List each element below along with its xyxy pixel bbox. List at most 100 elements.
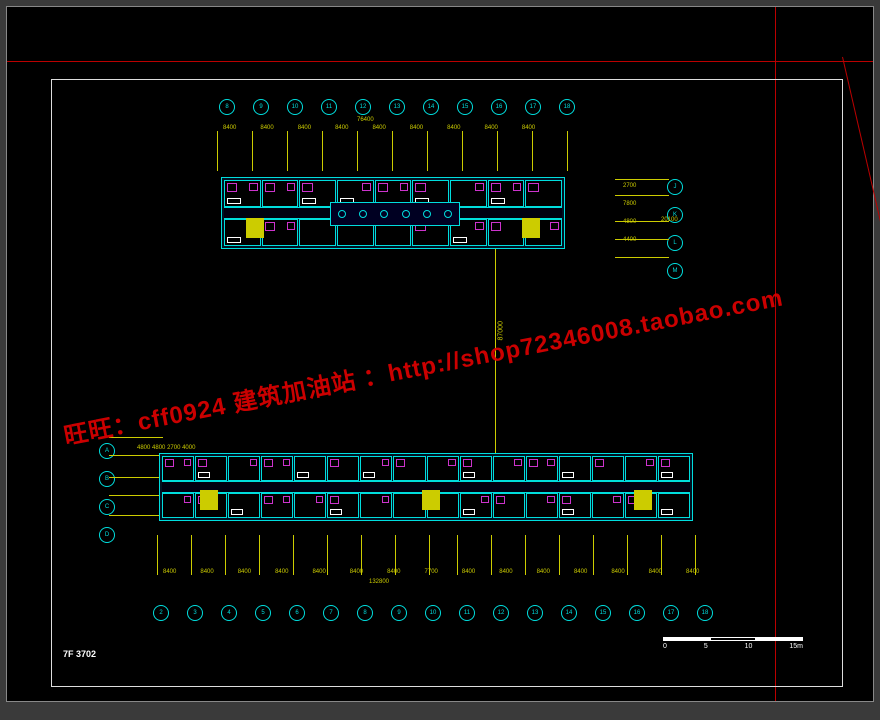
dimensions-lower-side: 4800 4800 2700 4000 bbox=[137, 445, 195, 451]
grid-bubble: 3 bbox=[187, 605, 203, 621]
grid-bubble: 4 bbox=[221, 605, 237, 621]
dim-value: 8400 bbox=[499, 569, 512, 575]
building-core bbox=[330, 202, 460, 226]
grid-bubble: D bbox=[99, 527, 115, 543]
room bbox=[658, 493, 690, 518]
dim-value: 8400 bbox=[447, 125, 460, 131]
sheet-label: 7F 3702 bbox=[63, 649, 96, 659]
room bbox=[327, 456, 359, 481]
dim-value: 8400 bbox=[686, 569, 699, 575]
dimension-lower-total: 132800 bbox=[369, 579, 389, 585]
room bbox=[493, 493, 525, 518]
grid-bubble: 10 bbox=[287, 99, 303, 115]
room bbox=[162, 456, 194, 481]
grid-bubble: 10 bbox=[425, 605, 441, 621]
dim-value: 8400 bbox=[522, 125, 535, 131]
grid-bubble: 11 bbox=[321, 99, 337, 115]
room bbox=[261, 456, 293, 481]
dim-value: 8400 bbox=[649, 569, 662, 575]
dim-value: 8400 bbox=[238, 569, 251, 575]
dim-value: 8400 bbox=[537, 569, 550, 575]
grid-bubble: 14 bbox=[561, 605, 577, 621]
room bbox=[294, 493, 326, 518]
grid-bubble: 17 bbox=[663, 605, 679, 621]
room bbox=[526, 493, 558, 518]
grid-bubble: 17 bbox=[525, 99, 541, 115]
stair-icon bbox=[200, 490, 218, 510]
grid-bubble: 13 bbox=[527, 605, 543, 621]
crosshair-horizontal bbox=[7, 61, 873, 62]
dimension-upper-total: 76400 bbox=[357, 117, 374, 123]
grid-bubble: 11 bbox=[459, 605, 475, 621]
dim-total: 132800 bbox=[369, 579, 389, 585]
dim-value: 8400 bbox=[372, 125, 385, 131]
dim-value: 7800 bbox=[623, 201, 636, 207]
room bbox=[360, 456, 392, 481]
guide-line bbox=[842, 57, 880, 720]
grid-bubble: 14 bbox=[423, 99, 439, 115]
dimensions-upper-bays: 8400 8400 8400 8400 8400 8400 8400 8400 … bbox=[223, 125, 535, 131]
grid-bubble: 9 bbox=[253, 99, 269, 115]
grid-bubble: 16 bbox=[491, 99, 507, 115]
grid-bubble: M bbox=[667, 263, 683, 279]
room bbox=[493, 456, 525, 481]
room bbox=[393, 456, 425, 481]
room bbox=[658, 456, 690, 481]
dim-value: 8400 bbox=[223, 125, 236, 131]
room bbox=[460, 456, 492, 481]
dim-value: 4800 bbox=[623, 219, 636, 225]
dim-value: 8400 bbox=[410, 125, 423, 131]
room bbox=[592, 456, 624, 481]
grid-bubble: 12 bbox=[355, 99, 371, 115]
grid-bubble: 5 bbox=[255, 605, 271, 621]
dim-value: 8400 bbox=[260, 125, 273, 131]
dim-value: 8400 bbox=[387, 569, 400, 575]
grid-bubble: 2 bbox=[153, 605, 169, 621]
room bbox=[427, 456, 459, 481]
dim-value: 4800 bbox=[137, 445, 150, 451]
room bbox=[228, 493, 260, 518]
stair-icon bbox=[522, 218, 540, 238]
grid-bubbles-lower-bottom: 2 3 4 5 6 7 8 9 10 11 12 13 14 15 16 17 … bbox=[153, 605, 727, 621]
room bbox=[327, 493, 359, 518]
grid-bubble: 18 bbox=[559, 99, 575, 115]
grid-bubble: 12 bbox=[493, 605, 509, 621]
cad-canvas[interactable]: 8 9 10 11 12 13 14 15 16 17 18 8400 8400… bbox=[6, 6, 874, 702]
room bbox=[228, 456, 260, 481]
scale-bar: 0 5 10 15m bbox=[663, 629, 803, 649]
floorplan-lower bbox=[159, 453, 693, 521]
dim-value: 8400 bbox=[335, 125, 348, 131]
scale-label: 10 bbox=[745, 643, 753, 650]
dim-value: 8400 bbox=[163, 569, 176, 575]
room bbox=[195, 456, 227, 481]
stair-icon bbox=[246, 218, 264, 238]
dimension-lines-upper bbox=[217, 131, 569, 171]
stair-icon bbox=[422, 490, 440, 510]
room bbox=[393, 493, 425, 518]
dim-value: 2700 bbox=[167, 445, 180, 451]
dim-value: 8400 bbox=[200, 569, 213, 575]
grid-bubble: 16 bbox=[629, 605, 645, 621]
dim-value: 8400 bbox=[298, 125, 311, 131]
dim-value: 8400 bbox=[574, 569, 587, 575]
dimensions-upper-side: 2700 7800 4800 4400 bbox=[623, 183, 636, 243]
grid-bubble: 8 bbox=[219, 99, 235, 115]
room-row bbox=[162, 456, 690, 481]
room bbox=[162, 493, 194, 518]
room bbox=[526, 456, 558, 481]
room bbox=[559, 456, 591, 481]
room bbox=[488, 219, 525, 246]
grid-bubble: 15 bbox=[595, 605, 611, 621]
dimensions-lower-bays: 8400 8400 8400 8400 8400 8400 8400 7700 … bbox=[163, 569, 699, 575]
dim-value: 4800 bbox=[152, 445, 165, 451]
grid-bubble: 13 bbox=[389, 99, 405, 115]
scale-label: 0 bbox=[663, 643, 667, 650]
room bbox=[261, 493, 293, 518]
grid-bubble: 7 bbox=[323, 605, 339, 621]
dim-value: 4000 bbox=[182, 445, 195, 451]
dim-value: 8400 bbox=[462, 569, 475, 575]
room bbox=[525, 180, 562, 207]
room bbox=[224, 180, 261, 207]
dim-value: 8400 bbox=[350, 569, 363, 575]
dimension-upper-side-total: 20100 bbox=[661, 217, 678, 223]
